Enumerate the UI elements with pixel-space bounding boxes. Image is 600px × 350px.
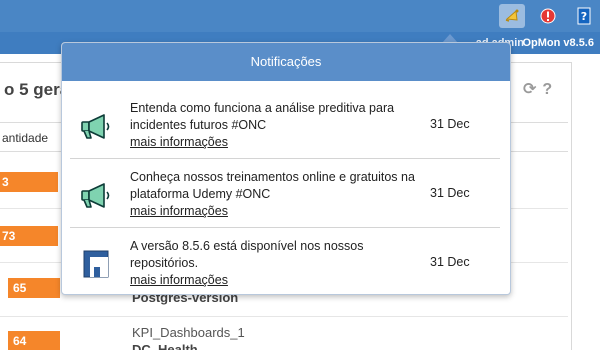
alert-button[interactable] (535, 4, 561, 28)
notifications-bell-icon (505, 9, 519, 22)
notification-date: 31 Dec (430, 117, 470, 131)
notification-date: 31 Dec (430, 186, 470, 200)
top-navigation-bar: ? (0, 0, 600, 32)
notification-text: Conheça nossos treinamentos online e gra… (130, 170, 415, 201)
refresh-icon[interactable]: ⟳ (523, 81, 536, 98)
popup-title: Notificações (62, 43, 510, 81)
row-label: KPI_Dashboards_1 (132, 325, 245, 340)
row-label: DC_Health (132, 342, 198, 350)
megaphone-icon (78, 111, 114, 141)
help-icon[interactable]: ? (542, 81, 552, 98)
bar-value: 64 (8, 331, 60, 350)
panel-tools: ⟳? (523, 79, 558, 99)
notifications-popup: Notificações Entenda como funciona a aná… (61, 42, 511, 295)
more-info-link[interactable]: mais informações (130, 203, 415, 220)
help-button[interactable]: ? (571, 4, 597, 28)
notification-item: Entenda como funciona a análise preditiv… (70, 91, 500, 159)
more-info-link[interactable]: mais informações (130, 134, 415, 151)
more-info-link[interactable]: mais informações (130, 272, 415, 289)
notification-date: 31 Dec (430, 255, 470, 269)
app-version: OpMon v8.5.6 (522, 37, 594, 49)
svg-text:?: ? (581, 10, 587, 23)
notification-item: Conheça nossos treinamentos online e gra… (70, 160, 500, 228)
bar-value: 65 (8, 278, 60, 298)
megaphone-icon (78, 180, 114, 210)
notification-item: A versão 8.5.6 está disponível nos nosso… (70, 229, 500, 294)
notifications-button[interactable] (499, 4, 525, 28)
notification-text: A versão 8.5.6 está disponível nos nosso… (130, 239, 364, 270)
alert-stop-icon (540, 8, 556, 24)
row-divider (0, 316, 568, 317)
bar-value: 3 (0, 172, 58, 192)
column-header-quantity[interactable]: antidade (2, 131, 48, 145)
version-logo-icon (78, 249, 114, 279)
notification-text: Entenda como funciona a análise preditiv… (130, 101, 395, 132)
bar-value: 73 (0, 226, 58, 246)
help-book-icon: ? (577, 7, 591, 25)
